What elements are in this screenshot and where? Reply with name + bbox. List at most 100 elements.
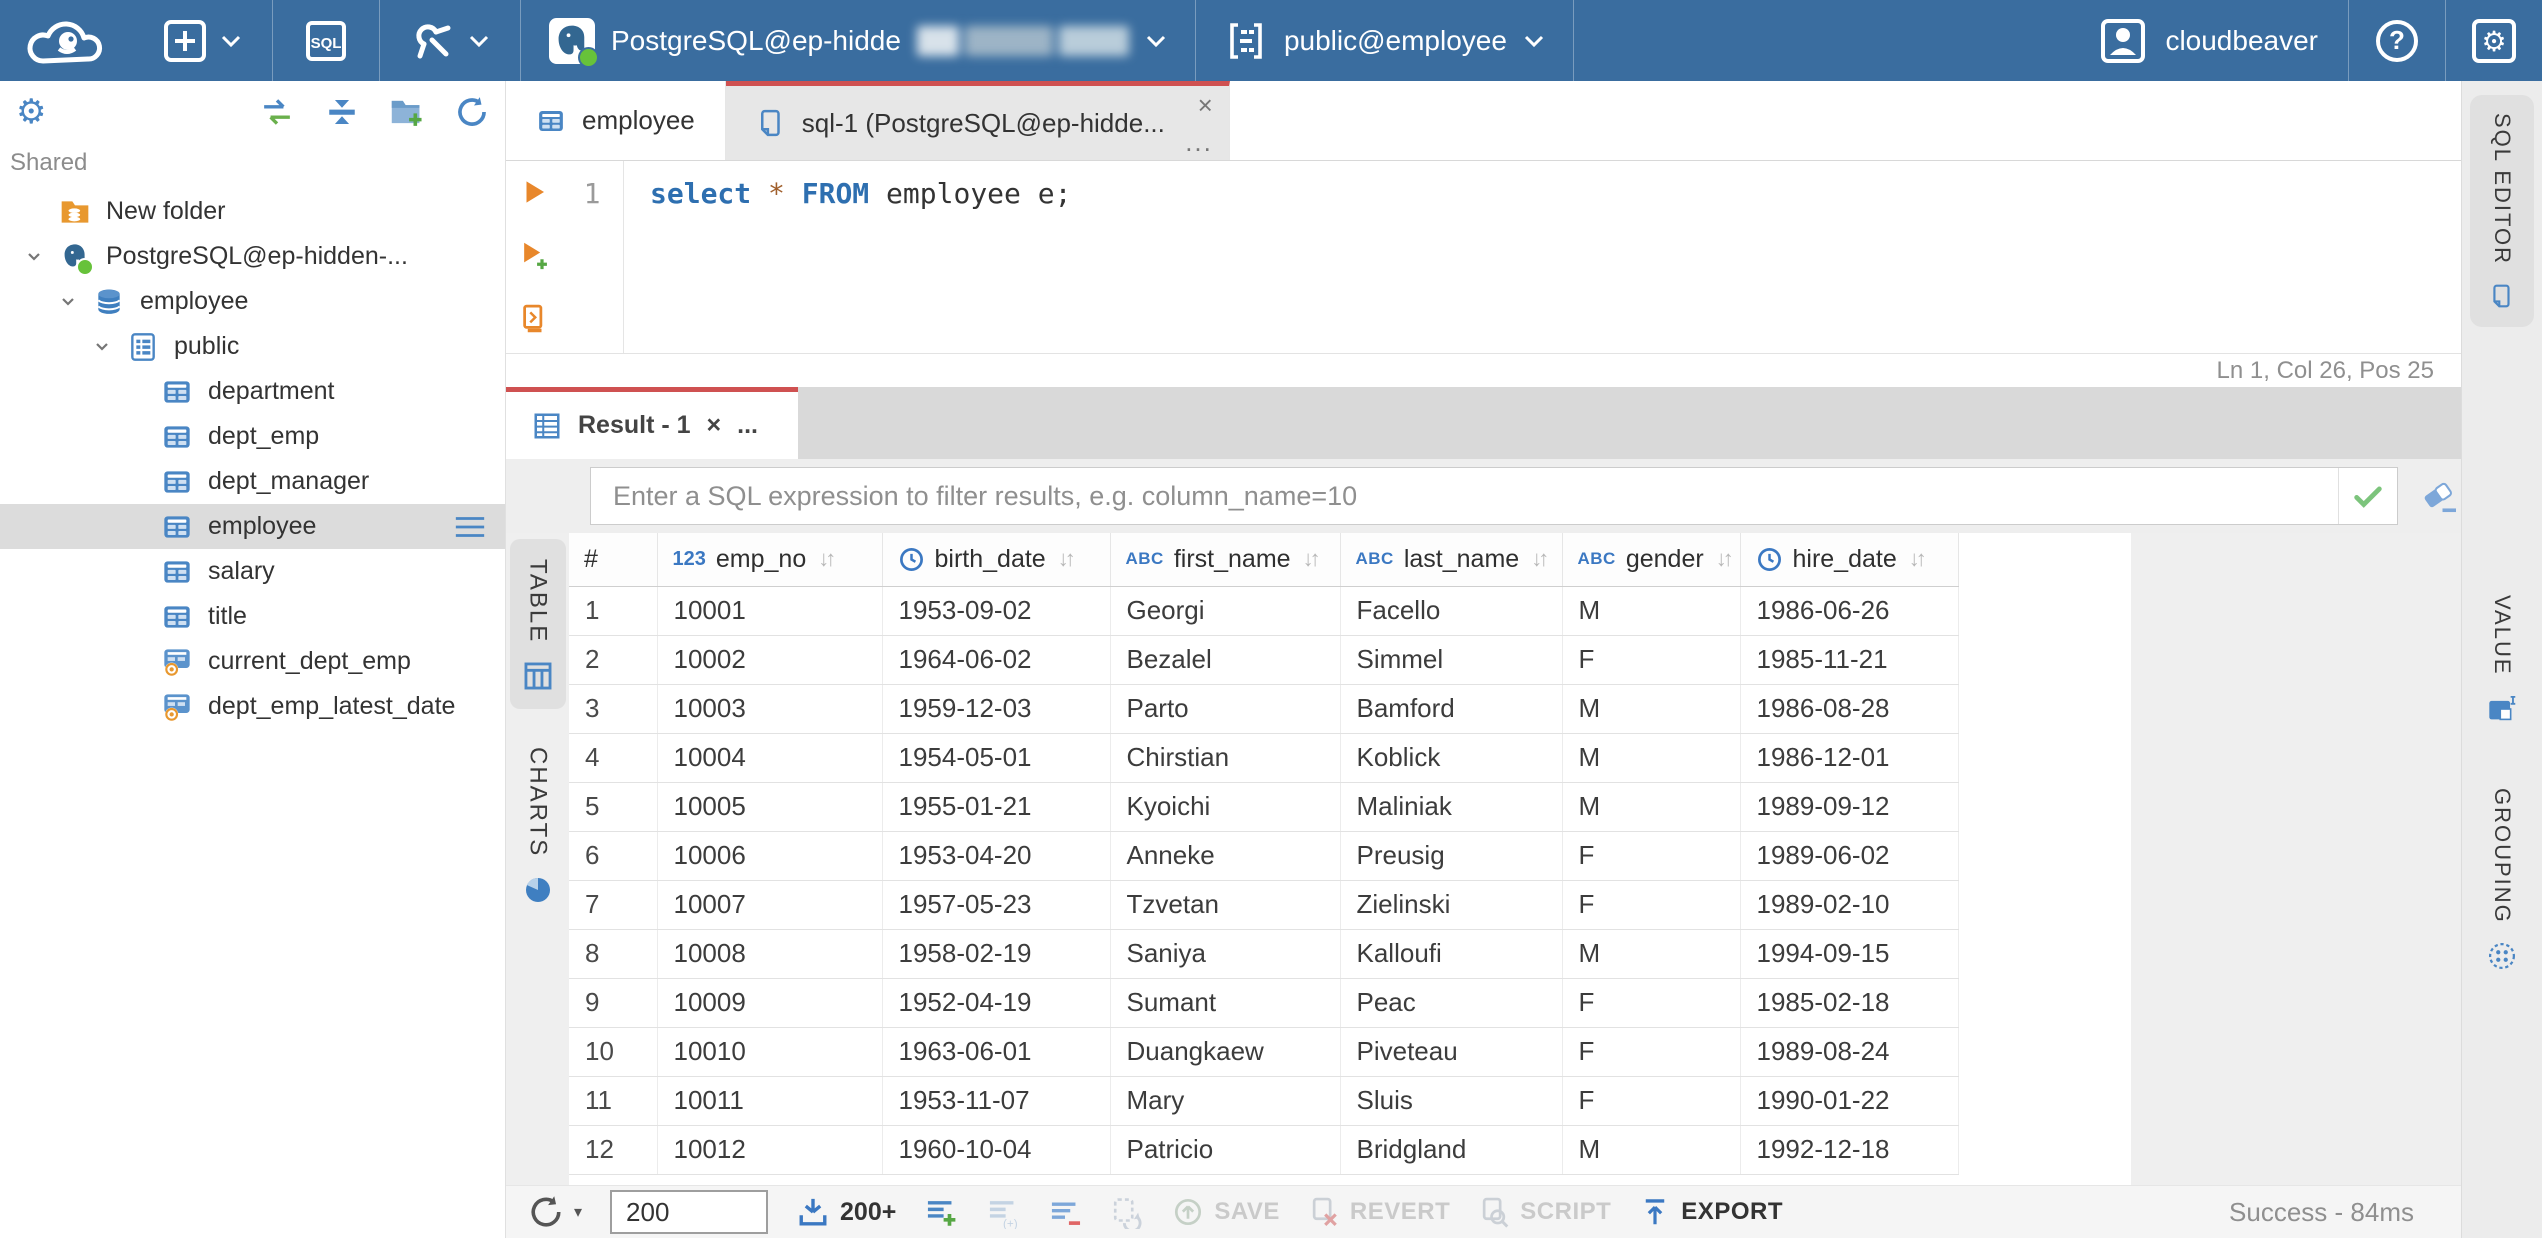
sort-arrows-icon[interactable]: ↓↑ — [1058, 546, 1076, 572]
data-cell[interactable]: 1955-01-21 — [882, 782, 1111, 832]
data-cell[interactable]: 1952-04-19 — [882, 978, 1111, 1028]
data-cell[interactable]: 1963-06-01 — [882, 1027, 1111, 1077]
data-cell[interactable]: F — [1562, 831, 1741, 881]
save-button[interactable]: SAVE — [1172, 1196, 1280, 1228]
tree-item-employee[interactable]: employee — [0, 279, 505, 324]
script-button[interactable]: SCRIPT — [1478, 1196, 1611, 1228]
row-number-cell[interactable]: 12 — [569, 1125, 658, 1175]
column-header-hire_date[interactable]: hire_date ↓↑ — [1740, 533, 1959, 587]
tab-grouping-panel[interactable]: GROUPING — [2470, 770, 2534, 990]
data-cell[interactable]: M — [1562, 586, 1741, 636]
duplicate-row-button[interactable]: (+) — [986, 1195, 1020, 1229]
data-cell[interactable]: Sluis — [1340, 1076, 1563, 1126]
data-cell[interactable]: 1989-08-24 — [1740, 1027, 1959, 1077]
apply-filter-button[interactable] — [2338, 468, 2397, 524]
tree-item-new-folder[interactable]: New folder — [0, 189, 505, 234]
sql-code-area[interactable]: select * FROM employee e; — [624, 161, 2462, 353]
user-menu[interactable]: cloudbeaver — [2069, 0, 2348, 81]
result-tab-menu-dots[interactable]: ... — [737, 411, 758, 440]
column-header-last_name[interactable]: ABC last_name ↓↑ — [1340, 533, 1563, 587]
data-cell[interactable]: 1954-05-01 — [882, 733, 1111, 783]
data-cell[interactable]: Georgi — [1110, 586, 1341, 636]
tree-item-employee[interactable]: employee — [0, 504, 505, 549]
data-cell[interactable]: 1953-04-20 — [882, 831, 1111, 881]
link-editor-icon[interactable] — [259, 96, 295, 128]
data-cell[interactable]: Anneke — [1110, 831, 1341, 881]
data-cell[interactable]: 1986-06-26 — [1740, 586, 1959, 636]
data-cell[interactable]: M — [1562, 733, 1741, 783]
data-cell[interactable]: F — [1562, 978, 1741, 1028]
data-cell[interactable]: F — [1562, 880, 1741, 930]
data-cell[interactable]: F — [1562, 635, 1741, 685]
sort-arrows-icon[interactable]: ↓↑ — [1303, 546, 1321, 572]
sort-arrows-icon[interactable]: ↓↑ — [818, 546, 836, 572]
data-cell[interactable]: 10009 — [657, 978, 883, 1028]
data-cell[interactable]: 1959-12-03 — [882, 684, 1111, 734]
navigator-settings-icon[interactable]: ⚙ — [16, 95, 46, 129]
column-header-first_name[interactable]: ABC first_name ↓↑ — [1110, 533, 1341, 587]
row-number-cell[interactable]: 5 — [569, 782, 658, 832]
tree-item-department[interactable]: department — [0, 369, 505, 414]
data-cell[interactable]: M — [1562, 1125, 1741, 1175]
data-cell[interactable]: 1994-09-15 — [1740, 929, 1959, 979]
data-cell[interactable]: Bamford — [1340, 684, 1563, 734]
delete-row-button[interactable] — [1048, 1195, 1082, 1229]
row-number-cell[interactable]: 2 — [569, 635, 658, 685]
tree-item-current-dept-emp[interactable]: current_dept_emp — [0, 639, 505, 684]
sql-editor-button[interactable]: SQL — [273, 0, 379, 81]
new-folder-icon[interactable] — [389, 95, 425, 129]
data-cell[interactable]: 1989-02-10 — [1740, 880, 1959, 930]
new-connection-button[interactable] — [132, 0, 272, 81]
collapse-all-icon[interactable] — [325, 95, 359, 129]
data-cell[interactable]: M — [1562, 929, 1741, 979]
data-cell[interactable]: 1990-01-22 — [1740, 1076, 1959, 1126]
data-cell[interactable]: F — [1562, 1076, 1741, 1126]
close-icon[interactable]: × — [707, 411, 722, 440]
data-cell[interactable]: Mary — [1110, 1076, 1341, 1126]
data-cell[interactable]: 10002 — [657, 635, 883, 685]
tab-table[interactable]: TABLE — [509, 539, 566, 710]
data-cell[interactable]: 10006 — [657, 831, 883, 881]
sort-arrows-icon[interactable]: ↓↑ — [1909, 546, 1927, 572]
data-cell[interactable]: 1986-12-01 — [1740, 733, 1959, 783]
data-cell[interactable]: 10008 — [657, 929, 883, 979]
refresh-icon[interactable] — [455, 95, 489, 129]
data-cell[interactable]: Patricio — [1110, 1125, 1341, 1175]
row-number-cell[interactable]: 9 — [569, 978, 658, 1028]
data-cell[interactable]: Parto — [1110, 684, 1341, 734]
data-cell[interactable]: 1986-08-28 — [1740, 684, 1959, 734]
close-icon[interactable]: × — [1198, 90, 1213, 121]
tab-menu-dots[interactable]: ... — [1185, 127, 1213, 158]
data-cell[interactable]: 1989-06-02 — [1740, 831, 1959, 881]
data-cell[interactable]: 10007 — [657, 880, 883, 930]
data-cell[interactable]: 10004 — [657, 733, 883, 783]
export-button[interactable]: EXPORT — [1639, 1196, 1783, 1228]
add-row-button[interactable] — [924, 1195, 958, 1229]
execute-query-icon[interactable] — [519, 177, 549, 207]
data-cell[interactable]: F — [1562, 1027, 1741, 1077]
data-cell[interactable]: 1957-05-23 — [882, 880, 1111, 930]
column-header-birth_date[interactable]: birth_date ↓↑ — [882, 533, 1111, 587]
data-cell[interactable]: 1953-11-07 — [882, 1076, 1111, 1126]
row-number-cell[interactable]: 1 — [569, 586, 658, 636]
cloudbeaver-logo[interactable] — [0, 11, 132, 71]
data-cell[interactable]: 1992-12-18 — [1740, 1125, 1959, 1175]
row-number-cell[interactable]: 7 — [569, 880, 658, 930]
tab-sql-1[interactable]: sql-1 (PostgreSQL@ep-hidde... × ... — [725, 81, 1230, 160]
tab-value-panel[interactable]: VALUE — [2470, 577, 2534, 742]
data-cell[interactable]: Maliniak — [1340, 782, 1563, 832]
eraser-icon[interactable] — [2420, 478, 2462, 514]
column-header-emp_no[interactable]: 123 emp_no ↓↑ — [657, 533, 883, 587]
tree-item-public[interactable]: public — [0, 324, 505, 369]
data-cell[interactable]: 1960-10-04 — [882, 1125, 1111, 1175]
tree-item-dept-emp[interactable]: dept_emp — [0, 414, 505, 459]
connection-selector[interactable]: PostgreSQL@ep-hidde — [521, 0, 1195, 81]
tree-item-salary[interactable]: salary — [0, 549, 505, 594]
tab-sql-editor-rail[interactable]: SQL EDITOR — [2470, 95, 2534, 328]
row-number-cell[interactable]: 3 — [569, 684, 658, 734]
tree-item-dept-manager[interactable]: dept_manager — [0, 459, 505, 504]
data-cell[interactable]: 1958-02-19 — [882, 929, 1111, 979]
execute-script-icon[interactable] — [519, 303, 549, 333]
tree-item-dept-emp-latest-date[interactable]: dept_emp_latest_date — [0, 684, 505, 729]
data-cell[interactable]: 10011 — [657, 1076, 883, 1126]
